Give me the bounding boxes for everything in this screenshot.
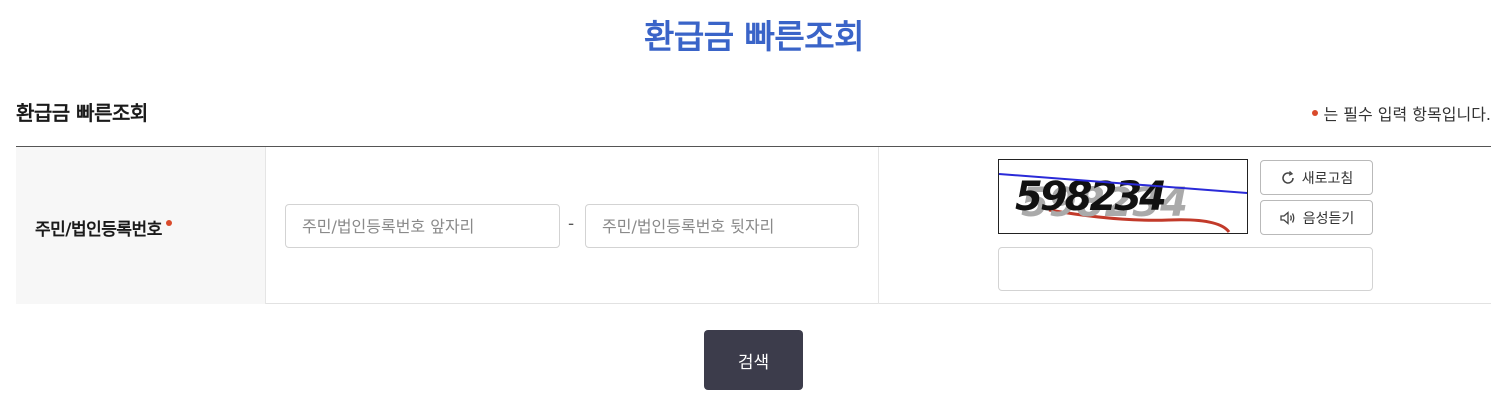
captcha-refresh-label: 새로고침 bbox=[1301, 170, 1354, 187]
form-table: 주민/법인등록번호 - 598234 598234 새로고침 bbox=[16, 146, 1491, 304]
speaker-icon bbox=[1279, 210, 1297, 226]
required-note: 는 필수 입력 항목입니다. bbox=[1312, 101, 1491, 125]
section-title: 환급금 빠른조회 bbox=[16, 101, 148, 125]
captcha-audio-button[interactable]: 음성듣기 bbox=[1260, 200, 1373, 235]
id-number-back-input[interactable] bbox=[585, 204, 859, 248]
required-note-text: 는 필수 입력 항목입니다. bbox=[1323, 105, 1491, 124]
cell-divider bbox=[878, 147, 879, 304]
id-number-separator: - bbox=[568, 214, 575, 234]
required-dot-icon bbox=[1312, 110, 1319, 116]
id-number-label: 주민/법인등록번호 bbox=[35, 215, 172, 240]
captcha-input[interactable] bbox=[998, 247, 1373, 291]
captcha-image: 598234 598234 bbox=[998, 159, 1248, 234]
search-button[interactable]: 검색 bbox=[704, 330, 803, 390]
id-number-label-text: 주민/법인등록번호 bbox=[35, 220, 162, 240]
label-cell: 주민/법인등록번호 bbox=[16, 147, 266, 304]
id-number-front-input[interactable] bbox=[285, 204, 560, 248]
refresh-icon bbox=[1280, 170, 1296, 186]
page-title: 환급금 빠른조회 bbox=[643, 17, 865, 56]
required-dot-icon bbox=[165, 220, 172, 226]
captcha-audio-label: 음성듣기 bbox=[1302, 210, 1355, 227]
captcha-refresh-button[interactable]: 새로고침 bbox=[1260, 160, 1373, 195]
